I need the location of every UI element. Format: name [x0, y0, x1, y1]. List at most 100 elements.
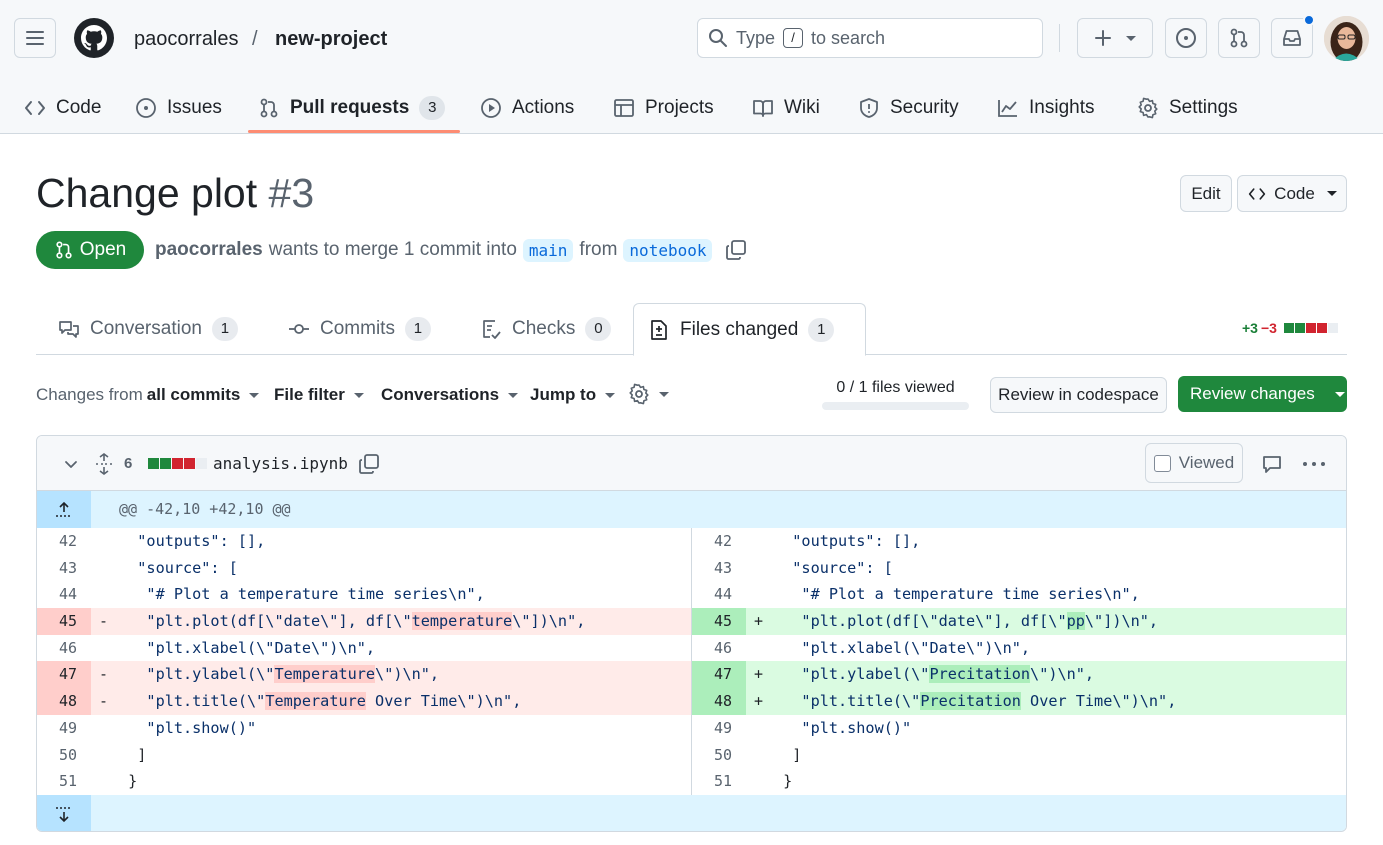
- conversations-dropdown[interactable]: Conversations: [381, 385, 519, 405]
- table-row: 51 } 51 }: [37, 768, 1346, 795]
- tab-wiki-label: Wiki: [784, 97, 820, 118]
- base-branch-label[interactable]: main: [522, 238, 574, 262]
- tab-issues[interactable]: Issues: [135, 82, 222, 134]
- tab-commits-label: Commits: [320, 318, 395, 339]
- tab-files-changed-label: Files changed: [680, 318, 799, 340]
- tab-security[interactable]: Security: [858, 82, 959, 134]
- expand-up-button[interactable]: [37, 491, 91, 528]
- review-changes-button[interactable]: Review changes: [1178, 376, 1347, 412]
- tab-pull-requests[interactable]: Pull requests 3: [258, 82, 446, 134]
- diffstat-block: [1283, 323, 1294, 333]
- line-number[interactable]: 47: [692, 661, 746, 689]
- left-line: 46 "plt.xlabel(\"Date\")\n",: [37, 634, 692, 662]
- addition-marker: +: [754, 692, 764, 711]
- file-options-button[interactable]: [1302, 436, 1326, 491]
- line-number[interactable]: 50: [692, 742, 746, 769]
- deleted-line: 45- "plt.plot(df[\"date\"], df[\"tempera…: [37, 608, 692, 635]
- code-line: "plt.xlabel(\"Date\")\n",: [119, 638, 376, 657]
- code-line: "plt.show()": [774, 718, 912, 737]
- tab-checks[interactable]: Checks 0: [466, 303, 625, 355]
- tab-commits[interactable]: Commits 1: [274, 303, 445, 355]
- pr-author-link[interactable]: paocorrales: [155, 239, 263, 261]
- review-in-codespace-button[interactable]: Review in codespace: [990, 377, 1167, 413]
- edit-title-button[interactable]: Edit: [1180, 175, 1232, 212]
- tab-files-changed[interactable]: Files changed 1: [633, 303, 866, 356]
- tab-security-label: Security: [890, 97, 959, 118]
- repo-owner-link[interactable]: paocorrales: [134, 28, 239, 51]
- hunk-range: @@ -42,10 +42,10 @@: [119, 500, 291, 518]
- line-number[interactable]: 42: [37, 528, 91, 555]
- file-name-link[interactable]: analysis.ipynb: [213, 436, 348, 491]
- diffstat-block: [196, 458, 207, 469]
- collapse-file-button[interactable]: [63, 436, 79, 491]
- diffstat-block: [172, 458, 183, 469]
- changes-from-dropdown[interactable]: Changes from all commits: [36, 385, 260, 405]
- line-number[interactable]: 51: [692, 768, 746, 795]
- line-number[interactable]: 45: [37, 608, 91, 635]
- tab-code[interactable]: Code: [24, 82, 101, 134]
- tab-wiki[interactable]: Wiki: [752, 82, 820, 134]
- viewed-checkbox[interactable]: Viewed: [1145, 443, 1243, 483]
- repo-name-link[interactable]: new-project: [275, 28, 387, 51]
- pr-title-text: Change plot: [36, 170, 258, 216]
- line-number[interactable]: 44: [692, 581, 746, 608]
- line-number[interactable]: 49: [692, 715, 746, 742]
- expand-down-button[interactable]: [37, 795, 91, 831]
- your-issues-button[interactable]: [1165, 18, 1207, 58]
- chevron-down-icon: [65, 460, 77, 468]
- diffstat-block: [1327, 323, 1338, 333]
- book-icon: [753, 100, 773, 117]
- comment-on-file-button[interactable]: [1261, 436, 1283, 491]
- unfold-icon: [96, 452, 112, 475]
- line-number[interactable]: 46: [692, 635, 746, 662]
- avatar[interactable]: [1324, 16, 1369, 61]
- line-number[interactable]: 47: [37, 661, 91, 689]
- shield-icon: [860, 98, 878, 118]
- line-number[interactable]: 45: [692, 608, 746, 635]
- diff-settings-dropdown[interactable]: [628, 383, 669, 405]
- left-line: 42 "outputs": [],: [37, 528, 692, 555]
- code-dropdown-button[interactable]: Code: [1237, 175, 1347, 212]
- copy-file-path-button[interactable]: [357, 436, 381, 491]
- menu-button[interactable]: [14, 18, 56, 58]
- tab-projects[interactable]: Projects: [613, 82, 714, 134]
- github-logo-icon[interactable]: [74, 18, 114, 58]
- line-number[interactable]: 48: [692, 688, 746, 715]
- line-number[interactable]: 43: [692, 555, 746, 582]
- code-line: "plt.xlabel(\"Date\")\n",: [774, 638, 1031, 657]
- line-number[interactable]: 46: [37, 635, 91, 662]
- deleted-line: 47- "plt.ylabel(\"Temperature\")\n",: [37, 661, 692, 689]
- search-input[interactable]: Type / to search: [697, 18, 1043, 58]
- your-pull-requests-button[interactable]: [1218, 18, 1260, 58]
- table-row: 48- "plt.title(\"Temperature Over Time\"…: [37, 688, 1346, 715]
- expand-all-button[interactable]: [94, 436, 114, 491]
- line-number[interactable]: 51: [37, 768, 91, 795]
- line-number[interactable]: 43: [37, 555, 91, 582]
- global-header: paocorrales / new-project Type / to sear…: [0, 0, 1383, 134]
- tab-actions[interactable]: Actions: [480, 82, 574, 134]
- gear-icon: [629, 383, 649, 405]
- kebab-horizontal-icon: [1303, 461, 1325, 466]
- left-line: 50 ]: [37, 741, 692, 769]
- pr-number: #3: [268, 170, 315, 216]
- file-changes-count: 6: [124, 455, 133, 472]
- line-number[interactable]: 50: [37, 742, 91, 769]
- tab-insights[interactable]: Insights: [997, 82, 1094, 134]
- line-number[interactable]: 48: [37, 688, 91, 715]
- line-number[interactable]: 42: [692, 528, 746, 555]
- line-number[interactable]: 44: [37, 581, 91, 608]
- create-new-button[interactable]: [1077, 18, 1153, 58]
- head-branch-label[interactable]: notebook: [623, 238, 713, 262]
- tab-settings[interactable]: Settings: [1137, 82, 1238, 134]
- hunk-footer: [37, 795, 1346, 831]
- file-filter-dropdown[interactable]: File filter: [274, 385, 364, 405]
- pull-request-icon: [260, 98, 278, 118]
- line-number[interactable]: 49: [37, 715, 91, 742]
- copy-icon: [359, 453, 379, 474]
- copy-icon[interactable]: [724, 238, 748, 262]
- tab-issues-label: Issues: [167, 97, 222, 118]
- tab-conversation[interactable]: Conversation 1: [44, 303, 252, 355]
- checkbox[interactable]: [1153, 454, 1171, 472]
- inbox-icon: [1283, 30, 1301, 46]
- jump-to-dropdown[interactable]: Jump to: [530, 385, 616, 405]
